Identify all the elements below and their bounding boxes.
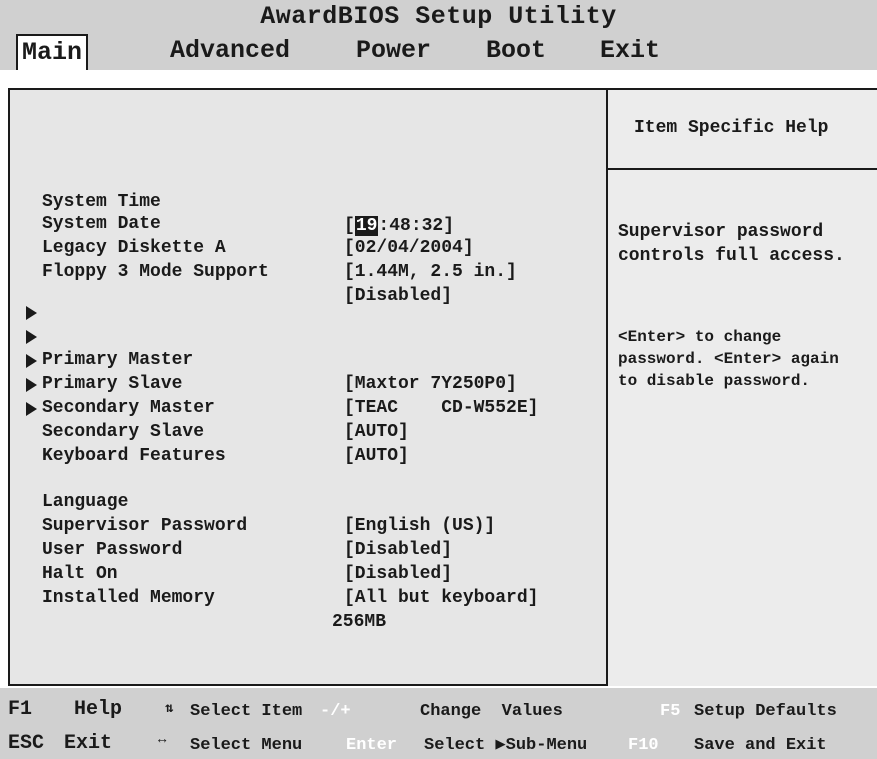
help-divider bbox=[608, 168, 877, 170]
setting-legacy-diskette[interactable]: Legacy Diskette A [1.44M, 2.5 in.] bbox=[10, 212, 517, 282]
key-setup-defaults-label: Setup Defaults bbox=[694, 702, 837, 721]
setting-value[interactable]: [1.44M, 2.5 in.] bbox=[344, 260, 517, 284]
setting-supervisor-password[interactable]: Supervisor Password [Disabled] bbox=[10, 490, 452, 560]
key-select-submenu-label: Select ▶Sub-Menu bbox=[424, 736, 588, 755]
key-esc: ESC bbox=[8, 732, 45, 755]
setting-value[interactable]: [English (US)] bbox=[344, 514, 495, 538]
setting-value[interactable]: [All but keyboard] bbox=[344, 586, 538, 610]
key-exit-label: Exit bbox=[64, 732, 113, 755]
help-description: Supervisor password controls full access… bbox=[618, 222, 845, 266]
submenu-primary-master[interactable]: Primary Master [Maxtor 7Y250P0] bbox=[10, 300, 517, 394]
key-f1: F1 bbox=[8, 698, 33, 721]
setting-value: [AUTO] bbox=[344, 422, 409, 442]
setting-language[interactable]: Language [English (US)] bbox=[10, 466, 495, 536]
key-minus-plus: -/+ bbox=[320, 702, 351, 721]
main-panel: System Time [19:48:32] System Date [02/0… bbox=[8, 88, 877, 686]
help-title: Item Specific Help bbox=[634, 118, 829, 138]
setting-halt-on[interactable]: Halt On [All but keyboard] bbox=[10, 538, 538, 608]
tab-exit[interactable]: Exit bbox=[600, 32, 660, 70]
key-f10: F10 bbox=[628, 736, 659, 755]
key-enter: Enter bbox=[346, 736, 398, 755]
setting-user-password[interactable]: User Password [Disabled] bbox=[10, 514, 452, 584]
bracket-open: [ bbox=[344, 216, 355, 236]
app-title: AwardBIOS Setup Utility bbox=[0, 0, 877, 32]
help-note: <Enter> to change password. <Enter> agai… bbox=[618, 328, 839, 390]
setting-value[interactable]: [Disabled] bbox=[344, 562, 452, 586]
bios-screen: AwardBIOS Setup Utility Main Advanced Po… bbox=[0, 0, 877, 759]
setting-label: Installed Memory bbox=[42, 588, 215, 608]
key-select-item-label: Select Item bbox=[190, 702, 303, 721]
setting-label: Floppy 3 Mode Support bbox=[42, 262, 269, 282]
key-f5: F5 bbox=[660, 702, 681, 721]
submenu-arrow-icon bbox=[26, 306, 37, 320]
leftright-arrows-icon: ↔ bbox=[158, 732, 167, 748]
key-select-menu-label: Select Menu bbox=[190, 736, 303, 755]
help-pane: Item Specific Help Supervisor password c… bbox=[606, 90, 877, 686]
setting-value[interactable]: [02/04/2004] bbox=[344, 236, 474, 260]
submenu-arrow-icon bbox=[26, 354, 37, 368]
tab-main[interactable]: Main bbox=[16, 34, 89, 70]
setting-value: [AUTO] bbox=[344, 446, 409, 466]
setting-value[interactable]: [Disabled] bbox=[344, 538, 452, 562]
tab-boot[interactable]: Boot bbox=[486, 32, 546, 70]
submenu-primary-slave[interactable]: Primary Slave [TEAC CD-W552E] bbox=[10, 324, 538, 418]
menu-bar: Main Advanced Power Boot Exit bbox=[0, 32, 877, 70]
setting-floppy-mode[interactable]: Floppy 3 Mode Support [Disabled] bbox=[10, 236, 452, 306]
tab-power[interactable]: Power bbox=[356, 32, 431, 70]
setting-value: [Maxtor 7Y250P0] bbox=[344, 374, 517, 394]
setting-value[interactable]: [Disabled] bbox=[344, 284, 452, 308]
key-help-label: Help bbox=[74, 698, 123, 721]
setting-value: [TEAC CD-W552E] bbox=[344, 398, 539, 418]
setting-value: 256MB bbox=[332, 612, 387, 632]
submenu-secondary-master[interactable]: Secondary Master [AUTO] bbox=[10, 348, 409, 442]
system-time-rest: :48:32] bbox=[378, 216, 455, 236]
submenu-secondary-slave[interactable]: Secondary Slave [AUTO] bbox=[10, 372, 409, 466]
submenu-arrow-icon bbox=[26, 402, 37, 416]
setting-label: Keyboard Features bbox=[42, 446, 226, 466]
tab-advanced[interactable]: Advanced bbox=[170, 32, 290, 70]
system-time-hour-field[interactable]: 19 bbox=[354, 216, 379, 236]
key-change-values-label: Change Values bbox=[420, 702, 563, 721]
system-time-value[interactable]: [19:48:32] bbox=[344, 214, 454, 238]
key-save-exit-label: Save and Exit bbox=[694, 736, 827, 755]
setting-installed-memory: Installed Memory 256MB bbox=[10, 562, 386, 632]
setting-system-date[interactable]: System Date [02/04/2004] bbox=[10, 188, 474, 258]
submenu-keyboard-features[interactable]: Keyboard Features bbox=[10, 396, 226, 466]
submenu-arrow-icon bbox=[26, 378, 37, 392]
setting-system-time[interactable]: System Time [19:48:32] bbox=[10, 166, 454, 236]
key-legend: F1 Help ⇅ Select Item -/+ Change Values … bbox=[0, 688, 877, 759]
updown-arrows-icon: ⇅ bbox=[165, 701, 174, 717]
submenu-arrow-icon bbox=[26, 330, 37, 344]
